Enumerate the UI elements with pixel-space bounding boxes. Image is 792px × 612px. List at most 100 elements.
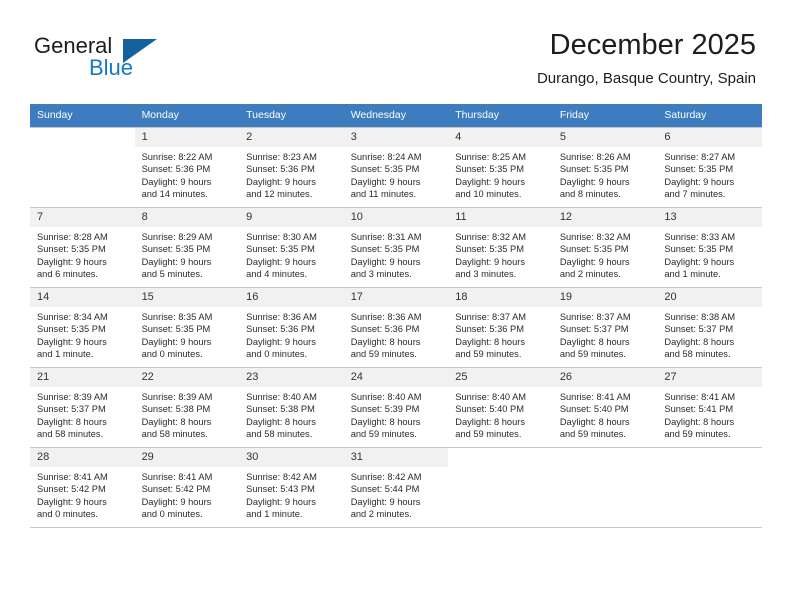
calendar-day-cell[interactable]: 26 Sunrise: 8:41 AM Sunset: 5:40 PM Dayligh…	[552, 367, 658, 448]
day-number: 1	[134, 128, 240, 147]
day-number: 18	[448, 288, 553, 307]
calendar-body: 1 Sunrise: 8:22 AM Sunset: 5:36 PM Daylight…	[30, 127, 762, 528]
calendar-day-cell[interactable]: 18 Sunrise: 8:37 AM Sunset: 5:36 PM Dayligh…	[448, 287, 553, 368]
calendar-day-cell[interactable]: 15 Sunrise: 8:35 AM Sunset: 5:35 PM Dayligh…	[134, 287, 240, 368]
day-detail-line: Daylight: 9 hours	[37, 336, 107, 347]
day-number: 28	[30, 448, 135, 467]
calendar-day-cell[interactable]: 17 Sunrise: 8:36 AM Sunset: 5:36 PM Dayligh…	[343, 287, 449, 368]
day-detail-line: and 58 minutes.	[664, 349, 731, 360]
calendar-day-cell[interactable]: 5 Sunrise: 8:26 AM Sunset: 5:35 PM Daylight…	[552, 127, 658, 208]
weekday-header-thursday: Thursday	[448, 104, 553, 128]
day-detail-line: Daylight: 9 hours	[246, 496, 316, 507]
calendar-day-cell[interactable]: 22 Sunrise: 8:39 AM Sunset: 5:38 PM Dayligh…	[134, 367, 240, 448]
title-block: December 2025 Durango, Basque Country, S…	[537, 28, 756, 88]
day-detail-line: Sunrise: 8:41 AM	[559, 392, 631, 402]
general-blue-logo[interactable]: General Blue	[34, 33, 214, 81]
day-details: Sunrise: 8:23 AM Sunset: 5:36 PM Daylight:…	[239, 147, 344, 201]
day-detail-line: and 0 minutes.	[141, 509, 203, 520]
day-detail-line: Sunrise: 8:36 AM	[350, 312, 422, 322]
day-detail-line: Sunset: 5:41 PM	[664, 404, 734, 415]
day-number: 19	[552, 288, 658, 307]
calendar-day-cell[interactable]: 4 Sunrise: 8:25 AM Sunset: 5:35 PM Daylight…	[448, 127, 553, 208]
day-detail-line: Daylight: 9 hours	[559, 256, 630, 267]
day-detail-line: and 3 minutes.	[455, 269, 517, 280]
day-detail-line: Daylight: 8 hours	[246, 416, 316, 427]
day-detail-line: Sunset: 5:36 PM	[246, 164, 315, 175]
day-detail-line: Sunrise: 8:39 AM	[141, 392, 213, 402]
day-detail-line: Sunset: 5:35 PM	[37, 244, 106, 255]
day-detail-line: and 4 minutes.	[246, 269, 308, 280]
day-detail-line: Daylight: 9 hours	[37, 496, 107, 507]
calendar-day-cell[interactable]: 28 Sunrise: 8:41 AM Sunset: 5:42 PM Dayligh…	[30, 447, 135, 528]
day-number: 8	[134, 208, 240, 227]
day-number: 2	[239, 128, 344, 147]
calendar-day-cell[interactable]: 12 Sunrise: 8:32 AM Sunset: 5:35 PM Dayligh…	[552, 207, 658, 288]
day-detail-line: and 59 minutes.	[350, 349, 417, 360]
day-detail-line: Daylight: 8 hours	[664, 416, 735, 427]
day-detail-line: Daylight: 8 hours	[141, 416, 212, 427]
day-details: Sunrise: 8:22 AM Sunset: 5:36 PM Daylight:…	[135, 147, 240, 201]
calendar-day-cell[interactable]: 24 Sunrise: 8:40 AM Sunset: 5:39 PM Dayligh…	[343, 367, 449, 448]
calendar-day-cell[interactable]: 29 Sunrise: 8:41 AM Sunset: 5:42 PM Dayligh…	[134, 447, 240, 528]
calendar-day-cell[interactable]: 1 Sunrise: 8:22 AM Sunset: 5:36 PM Daylight…	[134, 127, 240, 208]
day-detail-line: Sunset: 5:40 PM	[559, 404, 629, 415]
day-detail-line: and 59 minutes.	[559, 429, 626, 440]
day-detail-line: and 5 minutes.	[141, 269, 203, 280]
day-number: 4	[448, 128, 553, 147]
day-detail-line: Daylight: 8 hours	[455, 336, 526, 347]
day-number: 27	[657, 368, 762, 387]
day-details: Sunrise: 8:39 AM Sunset: 5:38 PM Daylight:…	[135, 387, 240, 441]
day-detail-line: Sunset: 5:36 PM	[350, 324, 420, 335]
calendar-day-cell[interactable]: 7 Sunrise: 8:28 AM Sunset: 5:35 PM Daylight…	[30, 207, 135, 288]
weekday-header-friday: Friday	[552, 104, 658, 128]
day-detail-line: Sunset: 5:38 PM	[141, 404, 211, 415]
day-detail-line: Sunset: 5:35 PM	[141, 324, 211, 335]
calendar-day-cell[interactable]: 27 Sunrise: 8:41 AM Sunset: 5:41 PM Dayligh…	[657, 367, 762, 448]
day-detail-line: Sunrise: 8:23 AM	[246, 152, 317, 162]
calendar-day-cell[interactable]: 9 Sunrise: 8:30 AM Sunset: 5:35 PM Daylight…	[239, 207, 344, 288]
day-number	[552, 448, 658, 467]
day-detail-line: Sunrise: 8:36 AM	[246, 312, 317, 322]
calendar-day-cell[interactable]: 10 Sunrise: 8:31 AM Sunset: 5:35 PM Dayligh…	[343, 207, 449, 288]
day-details	[30, 147, 135, 151]
page-subtitle: Durango, Basque Country, Spain	[536, 70, 756, 87]
day-detail-line: Daylight: 9 hours	[559, 176, 630, 187]
calendar-day-cell[interactable]: 30 Sunrise: 8:42 AM Sunset: 5:43 PM Dayligh…	[239, 447, 344, 528]
calendar-day-cell[interactable]: 3 Sunrise: 8:24 AM Sunset: 5:35 PM Daylight…	[343, 127, 449, 208]
day-detail-line: Daylight: 9 hours	[664, 176, 735, 187]
day-details: Sunrise: 8:25 AM Sunset: 5:35 PM Daylight:…	[448, 147, 553, 201]
day-number	[448, 448, 553, 467]
calendar-day-cell[interactable]: 16 Sunrise: 8:36 AM Sunset: 5:36 PM Dayligh…	[239, 287, 344, 368]
day-details	[448, 467, 553, 471]
calendar-day-cell[interactable]: 13 Sunrise: 8:33 AM Sunset: 5:35 PM Dayligh…	[657, 207, 762, 288]
day-detail-line: Sunrise: 8:22 AM	[141, 152, 213, 162]
day-detail-line: Sunset: 5:35 PM	[455, 164, 524, 175]
calendar-day-cell[interactable]: 6 Sunrise: 8:27 AM Sunset: 5:35 PM Daylight…	[657, 127, 762, 208]
day-detail-line: Daylight: 9 hours	[350, 176, 421, 187]
calendar-day-cell[interactable]: 25 Sunrise: 8:40 AM Sunset: 5:40 PM Dayligh…	[448, 367, 553, 448]
day-details: Sunrise: 8:37 AM Sunset: 5:36 PM Daylight:…	[448, 307, 553, 361]
calendar-day-cell[interactable]: 2 Sunrise: 8:23 AM Sunset: 5:36 PM Daylight…	[239, 127, 344, 208]
calendar-day-cell[interactable]: 23 Sunrise: 8:40 AM Sunset: 5:38 PM Dayligh…	[239, 367, 344, 448]
day-detail-line: and 59 minutes.	[455, 429, 522, 440]
day-details: Sunrise: 8:37 AM Sunset: 5:37 PM Daylight:…	[553, 307, 658, 361]
day-detail-line: Daylight: 9 hours	[141, 176, 212, 187]
calendar-day-cell[interactable]: 31 Sunrise: 8:42 AM Sunset: 5:44 PM Dayligh…	[343, 447, 449, 528]
calendar-day-cell[interactable]: 19 Sunrise: 8:37 AM Sunset: 5:37 PM Dayligh…	[552, 287, 658, 368]
day-detail-line: Sunset: 5:35 PM	[350, 164, 420, 175]
day-number: 30	[239, 448, 344, 467]
day-details: Sunrise: 8:36 AM Sunset: 5:36 PM Daylight:…	[344, 307, 449, 361]
day-detail-line: and 59 minutes.	[559, 349, 626, 360]
calendar-day-cell[interactable]: 20 Sunrise: 8:38 AM Sunset: 5:37 PM Dayligh…	[657, 287, 762, 368]
day-number: 13	[657, 208, 762, 227]
day-number: 31	[343, 448, 449, 467]
calendar-day-cell[interactable]: 21 Sunrise: 8:39 AM Sunset: 5:37 PM Dayligh…	[30, 367, 135, 448]
day-detail-line: Sunset: 5:37 PM	[664, 324, 734, 335]
calendar-day-cell[interactable]: 11 Sunrise: 8:32 AM Sunset: 5:35 PM Dayligh…	[448, 207, 553, 288]
calendar-day-cell[interactable]: 14 Sunrise: 8:34 AM Sunset: 5:35 PM Dayligh…	[30, 287, 135, 368]
day-detail-line: Daylight: 9 hours	[455, 256, 526, 267]
day-number: 21	[30, 368, 135, 387]
calendar-week-row: 14 Sunrise: 8:34 AM Sunset: 5:35 PM Dayligh…	[30, 287, 762, 368]
day-detail-line: Sunset: 5:35 PM	[559, 244, 629, 255]
calendar-day-cell[interactable]: 8 Sunrise: 8:29 AM Sunset: 5:35 PM Daylight…	[134, 207, 240, 288]
